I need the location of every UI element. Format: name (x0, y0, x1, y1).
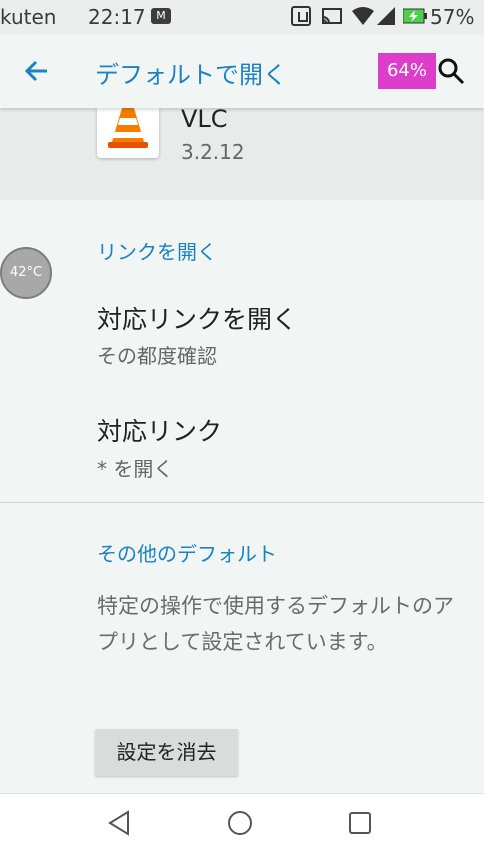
open-links-header: リンクを開く (97, 240, 217, 264)
memory-usage-badge: 64% (378, 53, 436, 89)
page-title: デフォルトで開く (95, 61, 287, 89)
clock: 22:17 (88, 5, 146, 29)
back-triangle-icon[interactable] (104, 808, 134, 838)
other-defaults-description: 特定の操作で使用するデフォルトのアプリとして設定されています。 (97, 594, 454, 654)
signal-icon (377, 7, 395, 25)
navigation-bar (0, 793, 484, 852)
carrier-name: kuten (0, 5, 57, 29)
battery-level: 57% (430, 5, 475, 29)
item-title: 対応リンクを開く (97, 305, 298, 334)
app-version: 3.2.12 (181, 140, 245, 164)
item-summary: その都度確認 (97, 344, 217, 368)
nfc-icon (291, 6, 311, 26)
item-title: 対応リンク (97, 417, 223, 446)
search-icon[interactable] (436, 56, 466, 86)
battery-charging-icon (403, 8, 427, 24)
clear-defaults-button[interactable]: 設定を消去 (95, 729, 238, 776)
divider (0, 502, 484, 503)
vlc-app-icon (97, 108, 159, 158)
cast-icon (322, 8, 342, 24)
app-name: VLC (181, 105, 228, 133)
app-header: VLC 3.2.12 (0, 105, 484, 200)
item-summary: * を開く (97, 457, 174, 481)
recents-square-icon[interactable] (345, 808, 375, 838)
other-defaults-header: その他のデフォルト (97, 542, 277, 566)
wifi-icon (352, 7, 374, 25)
home-circle-icon[interactable] (225, 808, 255, 838)
app-bar: デフォルトで開く 64% (0, 34, 484, 108)
notification-icon: M (151, 8, 171, 24)
back-arrow-icon[interactable] (22, 56, 52, 86)
temperature-bubble[interactable]: 42°C (0, 247, 52, 299)
status-bar: kuten 22:17 M 57% (0, 0, 484, 34)
